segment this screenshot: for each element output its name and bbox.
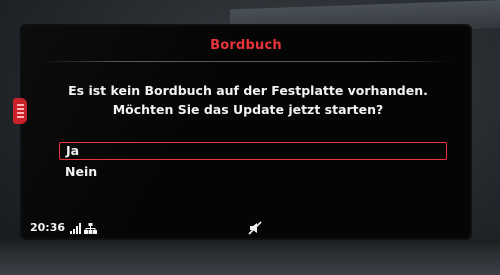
signal-strength-icon bbox=[70, 223, 81, 234]
menu-line-icon bbox=[16, 104, 24, 106]
side-menu-tab[interactable] bbox=[13, 98, 27, 124]
status-bar: 20:36 bbox=[22, 220, 470, 236]
dashboard-trim bbox=[0, 240, 500, 275]
menu-line-icon bbox=[16, 112, 24, 114]
clock: 20:36 bbox=[30, 221, 66, 234]
option-nein[interactable]: Nein bbox=[59, 163, 447, 181]
option-nein-label: Nein bbox=[65, 164, 98, 179]
dialog-title: Bordbuch bbox=[210, 38, 282, 53]
title-divider bbox=[42, 61, 450, 62]
menu-line-icon bbox=[16, 108, 24, 110]
menu-line-icon bbox=[16, 116, 24, 118]
network-icon bbox=[84, 223, 97, 234]
mmi-screen: Bordbuch Es ist kein Bordbuch auf der Fe… bbox=[22, 26, 470, 238]
option-ja-label: Ja bbox=[66, 143, 80, 158]
speaker-muted-icon bbox=[248, 221, 262, 235]
screen-glare bbox=[22, 26, 470, 238]
dialog-message: Es ist kein Bordbuch auf der Festplatte … bbox=[68, 83, 428, 117]
option-ja[interactable]: Ja bbox=[59, 142, 447, 160]
